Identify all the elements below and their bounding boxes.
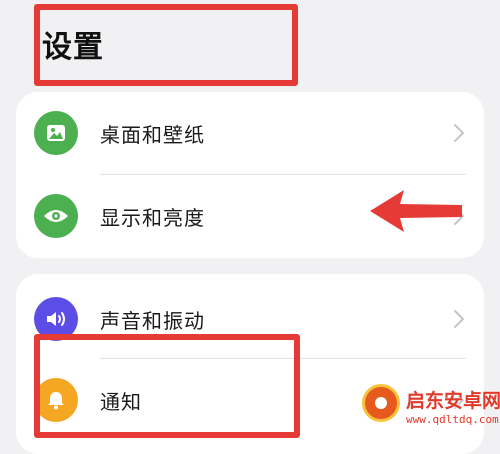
watermark-url: www.qdltdq.com [406, 413, 499, 426]
watermark: 启东安卓网 www.qdltdq.com [362, 384, 500, 434]
settings-item-label: 桌面和壁纸 [100, 123, 205, 147]
chevron-right-icon [454, 124, 464, 142]
chevron-right-icon [454, 310, 464, 328]
annotation-box-title [34, 4, 298, 86]
settings-item-label: 声音和振动 [100, 309, 205, 333]
image-icon [34, 111, 78, 155]
watermark-logo-icon [362, 384, 400, 422]
settings-item-wallpaper[interactable]: 桌面和壁纸 [16, 92, 484, 174]
watermark-name: 启东安卓网 [406, 390, 500, 412]
settings-item-label: 显示和亮度 [100, 206, 205, 230]
annotation-box-notifications [34, 334, 300, 438]
eye-icon [34, 194, 78, 238]
arrow-left-icon [370, 190, 462, 232]
